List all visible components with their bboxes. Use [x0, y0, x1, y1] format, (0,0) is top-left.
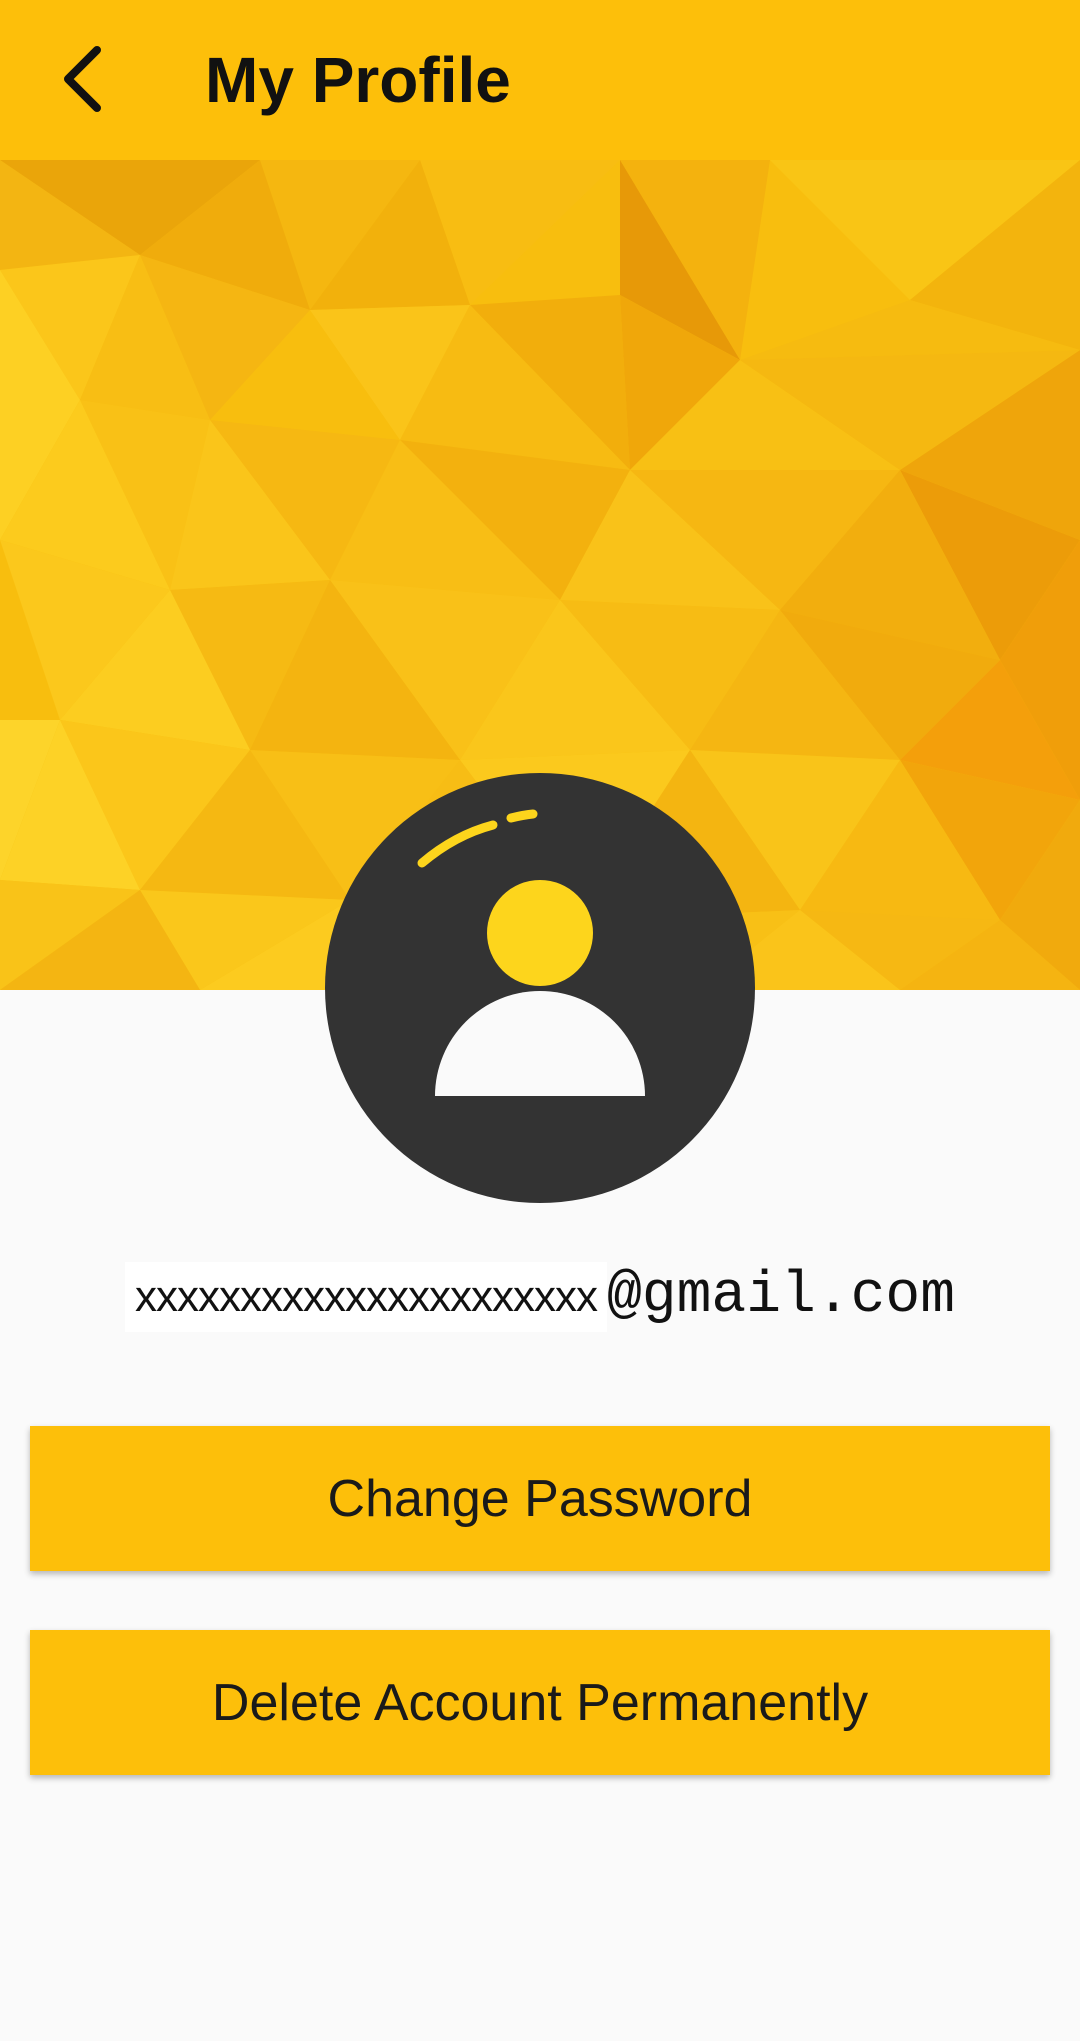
chevron-left-icon	[64, 46, 101, 112]
back-button[interactable]	[40, 34, 130, 124]
app-bar: My Profile	[0, 0, 1080, 160]
email-address: xxxxxxxxxxxxxxxxxxxxxx @gmail.com	[0, 1262, 1080, 1332]
email-local-part: xxxxxxxxxxxxxxxxxxxxxx	[124, 1262, 607, 1332]
user-avatar-icon	[325, 773, 755, 1203]
delete-account-button[interactable]: Delete Account Permanently	[30, 1630, 1050, 1775]
change-password-button[interactable]: Change Password	[30, 1426, 1050, 1571]
email-domain: @gmail.com	[606, 1264, 956, 1329]
page-title: My Profile	[205, 44, 511, 116]
